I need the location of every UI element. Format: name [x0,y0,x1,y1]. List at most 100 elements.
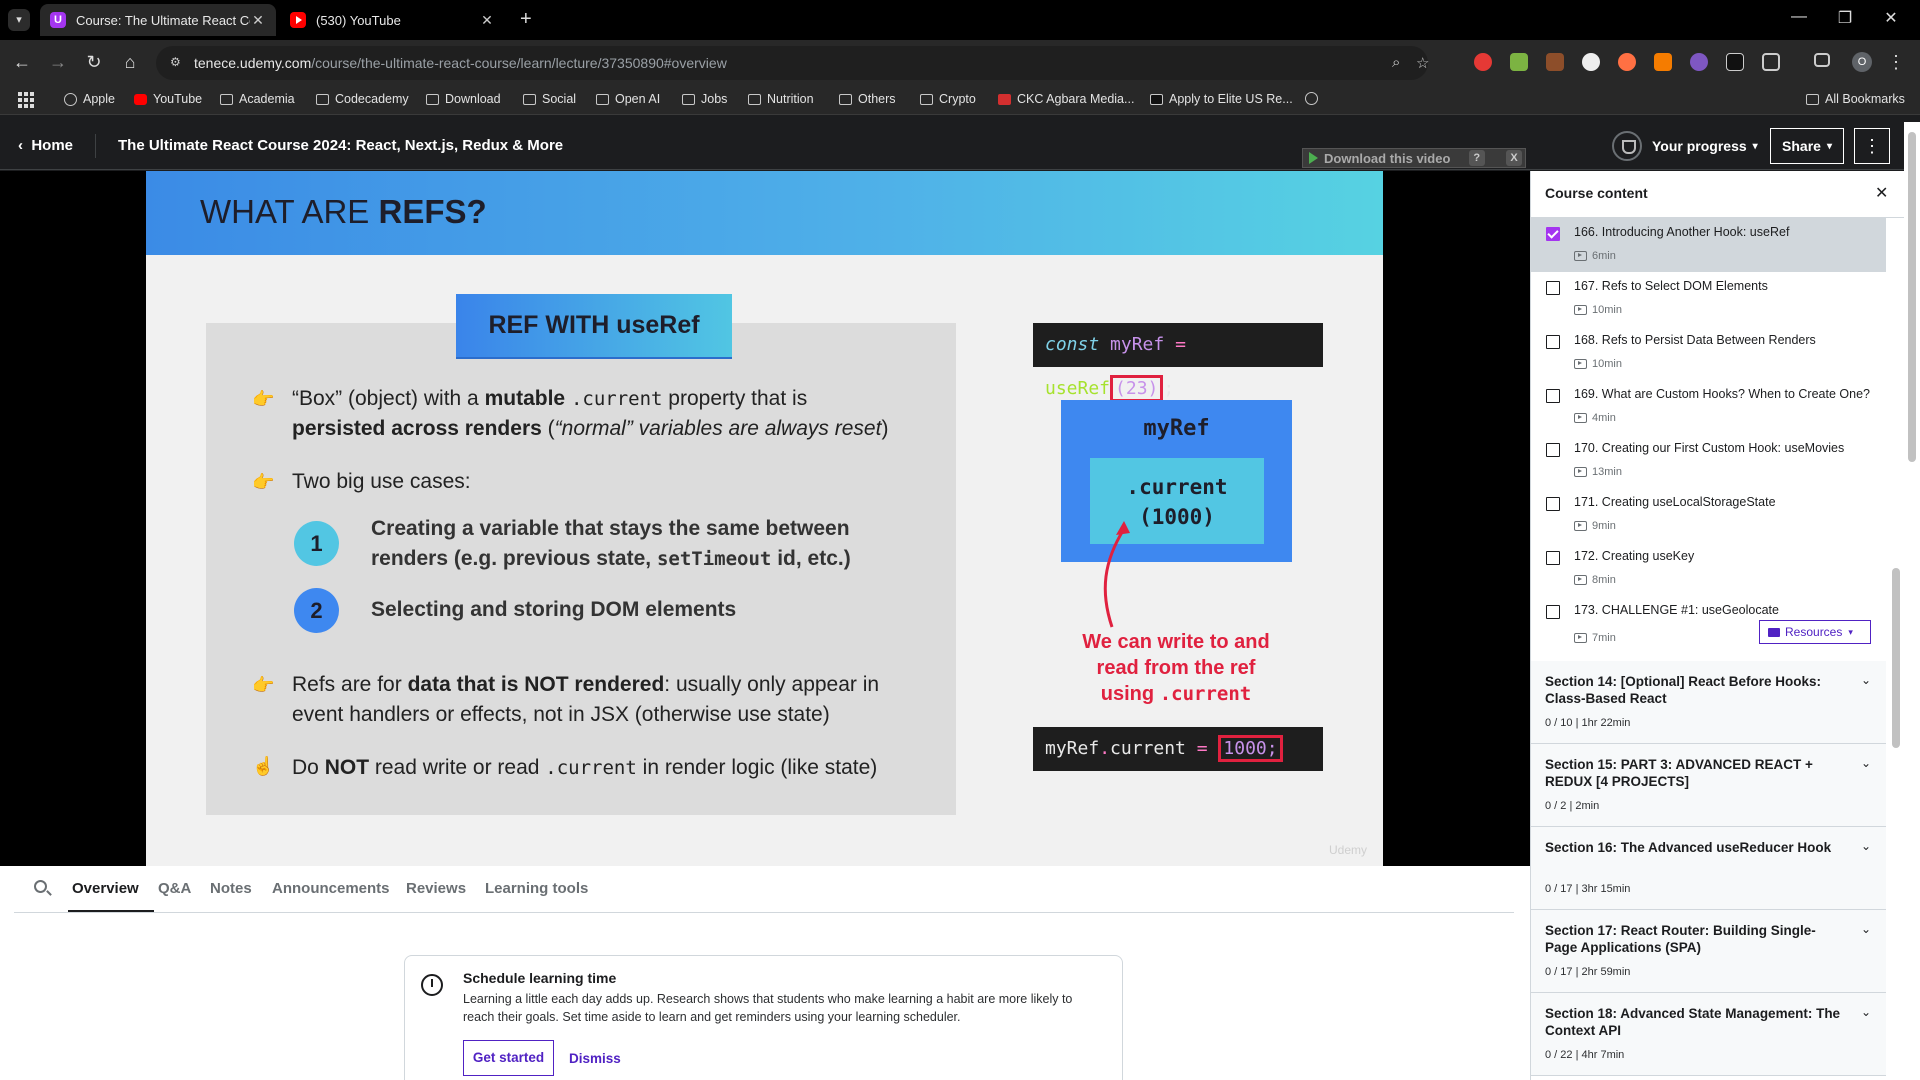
lecture-checkbox[interactable] [1546,443,1560,457]
back-icon[interactable]: ← [10,52,34,73]
lecture-item[interactable]: 166. Introducing Another Hook: useRef 6m… [1531,218,1886,272]
lecture-checkbox[interactable] [1546,227,1560,241]
section-item[interactable]: Section 18: Advanced State Management: T… [1531,993,1886,1076]
browser-tab-youtube[interactable]: (530) YouTube ✕ [280,4,505,36]
lecture-item[interactable]: 172. Creating useKey 8min [1531,542,1886,596]
star-icon[interactable] [1618,53,1636,71]
bookmark-download[interactable]: Download [426,92,501,106]
section-item[interactable]: Section 14: [Optional] React Before Hook… [1531,661,1886,744]
chrome-menu-icon[interactable]: ⋮ [1884,52,1908,73]
search-icon[interactable] [34,880,47,893]
help-icon[interactable]: ? [1468,150,1485,166]
video-player[interactable]: WHAT ARE REFS? REF WITH useRef 👉 “Box” (… [0,171,1530,866]
section-item[interactable]: Section 16: The Advanced useReducer Hook… [1531,827,1886,910]
bookmark-apple[interactable]: Apple [64,92,115,106]
face-icon[interactable] [1582,53,1600,71]
slash-icon[interactable] [1726,53,1744,71]
bookmark-social[interactable]: Social [523,92,576,106]
use-case-1: Creating a variable that stays the same … [371,517,851,570]
bookmark-academia[interactable]: Academia [220,92,295,106]
lecture-item[interactable]: 169. What are Custom Hooks? When to Crea… [1531,380,1886,434]
download-video-bar[interactable]: Download this video ? X [1302,148,1526,168]
bookmark-crypto[interactable]: Crypto [920,92,976,106]
lecture-checkbox[interactable] [1546,389,1560,403]
bookmark-codecademy[interactable]: Codecademy [316,92,409,106]
lecture-item[interactable]: 168. Refs to Persist Data Between Render… [1531,326,1886,380]
share-button[interactable]: Share ▾ [1770,128,1844,164]
address-bar[interactable]: ⚙ tenece.udemy.com/course/the-ultimate-r… [156,46,1429,80]
chevron-down-icon: ▾ [1848,626,1853,637]
apps-grid-icon[interactable] [18,92,34,108]
tab-learning-tools[interactable]: Learning tools [485,880,588,897]
discord-icon[interactable] [1690,53,1708,71]
close-tab-icon[interactable]: ✕ [479,12,495,29]
tab-qa[interactable]: Q&A [158,880,191,897]
section-item[interactable]: Section 17: React Router: Building Singl… [1531,910,1886,993]
bookmark-apply[interactable]: Apply to Elite US Re... [1150,92,1293,106]
lecture-checkbox[interactable] [1546,497,1560,511]
tab-notes[interactable]: Notes [210,880,252,897]
browser-toolbar: ← → ↻ ⌂ ⚙ tenece.udemy.com/course/the-ul… [0,40,1920,85]
trophy-icon [1612,131,1642,161]
play-icon [1309,152,1318,164]
home-link[interactable]: ‹ Home [18,137,73,154]
dismiss-button[interactable]: Dismiss [569,1051,621,1066]
bookmark-star-icon[interactable]: ☆ [1416,54,1429,72]
lecture-checkbox[interactable] [1546,281,1560,295]
profile-avatar[interactable]: O [1852,52,1872,72]
bookmark-open-ai[interactable]: Open AI [596,92,660,106]
bookmark-globe[interactable] [1305,92,1324,105]
close-icon[interactable]: ✕ [1875,183,1888,203]
home-icon[interactable]: ⌂ [118,52,142,73]
sidebar-title: Course content [1545,185,1648,201]
course-header: ‹ Home The Ultimate React Course 2024: R… [0,122,1920,170]
lecture-checkbox[interactable] [1546,335,1560,349]
lecture-item[interactable]: 167. Refs to Select DOM Elements 10min [1531,272,1886,326]
scrollbar-thumb[interactable] [1908,132,1916,462]
video-icon [1574,359,1587,369]
close-icon[interactable]: X [1506,150,1522,166]
browser-tab-udemy[interactable]: U Course: The Ultimate React Cou ✕ [40,4,276,36]
reload-icon[interactable]: ↻ [82,52,106,73]
tab-reviews[interactable]: Reviews [406,880,466,897]
forward-icon[interactable]: → [46,52,70,73]
section-meta: 0 / 22 | 4hr 7min [1545,1049,1625,1061]
lecture-item[interactable]: 171. Creating useLocalStorageState 9min [1531,488,1886,542]
bookmark-youtube[interactable]: YouTube [134,92,202,106]
tab-search-button[interactable]: ▾ [8,9,30,31]
lecture-item[interactable]: 173. CHALLENGE #1: useGeolocate 7min Res… [1531,596,1886,656]
bookmark-nutrition[interactable]: Nutrition [748,92,814,106]
lecture-checkbox[interactable] [1546,605,1560,619]
page-scrollbar[interactable] [1904,122,1920,1080]
tab-announcements[interactable]: Announcements [272,880,390,897]
puzzle-icon[interactable] [1762,53,1780,71]
pointing-hand-icon: 👉 [252,389,275,409]
close-window-icon[interactable]: ✕ [1868,8,1914,28]
wave-icon[interactable] [1546,53,1564,71]
close-tab-icon[interactable]: ✕ [250,12,266,29]
sidebar-scrollbar[interactable] [1886,218,1904,1080]
minimize-icon[interactable]: — [1776,8,1822,26]
more-options-button[interactable]: ⋮ [1854,128,1890,164]
lecture-checkbox[interactable] [1546,551,1560,565]
abp-icon[interactable] [1474,53,1492,71]
bookmark-others[interactable]: Others [839,92,896,106]
site-info-icon[interactable]: ⚙ [170,55,186,71]
zoom-icon[interactable]: ⌕ [1392,54,1400,71]
new-tab-button[interactable]: + [520,8,532,31]
scrollbar-thumb[interactable] [1892,568,1900,748]
restore-icon[interactable]: ❐ [1822,8,1868,28]
chart-icon[interactable] [1510,53,1528,71]
section-item[interactable]: Section 15: PART 3: ADVANCED REACT + RED… [1531,744,1886,827]
lecture-item[interactable]: 170. Creating our First Custom Hook: use… [1531,434,1886,488]
reading-list-icon[interactable] [1814,53,1830,67]
resources-button[interactable]: Resources ▾ [1759,620,1871,644]
get-started-button[interactable]: Get started [463,1040,554,1076]
tab-overview[interactable]: Overview [72,880,139,897]
all-bookmarks[interactable]: All Bookmarks [1806,92,1905,106]
fox-icon[interactable] [1654,53,1672,71]
section-meta: 0 / 10 | 1hr 22min [1545,717,1631,729]
bookmark-jobs[interactable]: Jobs [682,92,727,106]
progress-button[interactable]: Your progress ▾ [1612,130,1758,162]
bookmark-ckc[interactable]: CKC Agbara Media... [998,92,1134,106]
